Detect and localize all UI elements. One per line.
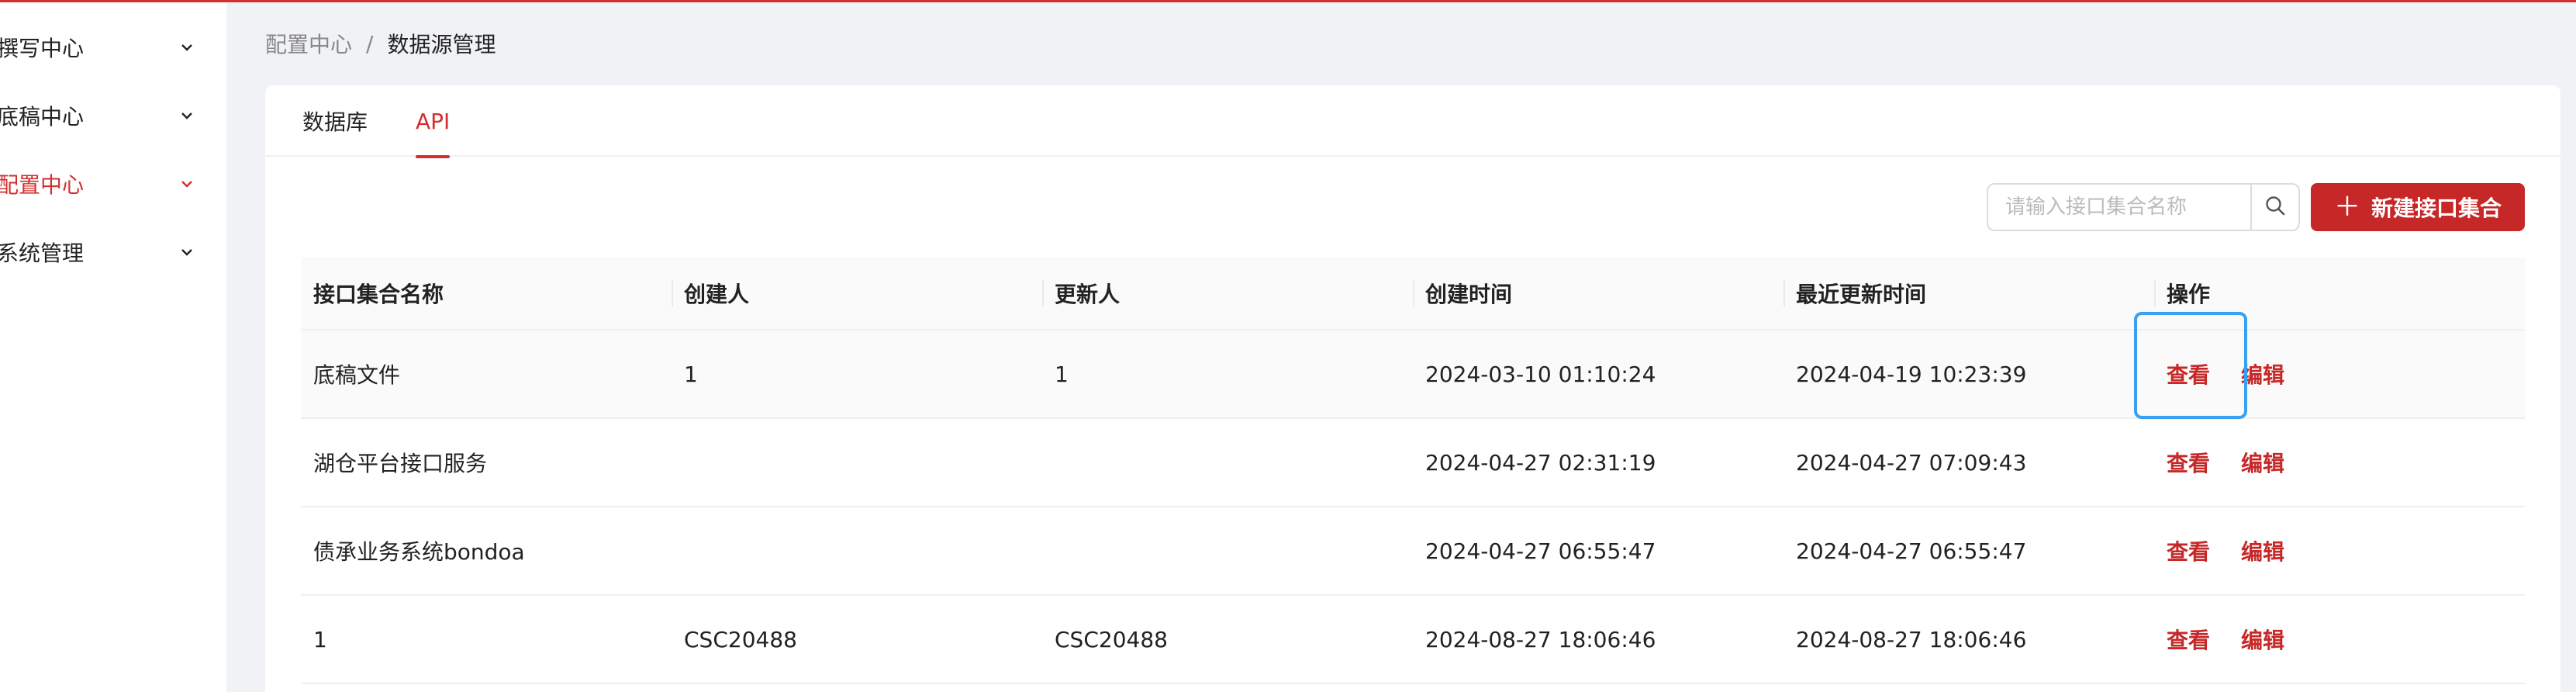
chevron-down-icon bbox=[178, 107, 195, 124]
cell-updated-time: 2024-04-19 10:23:39 bbox=[1796, 361, 2027, 387]
cell-actions: 查看 编辑 bbox=[2154, 418, 2525, 507]
search-button[interactable] bbox=[2250, 183, 2300, 231]
sidebar-item-label: 底稿中心 bbox=[0, 104, 85, 130]
new-api-collection-button[interactable]: ＋ 新建接口集合 bbox=[2311, 183, 2525, 231]
breadcrumb-link-config-center[interactable]: 配置中心 bbox=[265, 28, 352, 59]
sidebar-item-draft-center[interactable]: 底稿中心 bbox=[0, 81, 226, 150]
chevron-down-icon bbox=[178, 175, 195, 192]
sidebar: 撰写中心 底稿中心 配置中心 系统管理 bbox=[0, 2, 226, 692]
column-header-updater: 更新人 bbox=[1042, 257, 1413, 330]
new-button-label: 新建接口集合 bbox=[2371, 195, 2502, 221]
cell-actions: 查看 编辑 bbox=[2154, 507, 2525, 595]
cell-actions: 查看 编辑 bbox=[2154, 330, 2525, 418]
cell-name: 1 bbox=[313, 626, 327, 652]
view-link[interactable]: 查看 bbox=[2167, 447, 2210, 478]
cell-created-time: 2024-04-27 06:55:47 bbox=[1425, 538, 1656, 564]
edit-link[interactable]: 编辑 bbox=[2241, 535, 2284, 566]
edit-link[interactable]: 编辑 bbox=[2241, 624, 2284, 655]
table-row: 湖仓平台接口服务 2024-04-27 02:31:19 2024-04-27 … bbox=[301, 419, 2525, 507]
cell-created-time: 2024-04-27 02:31:19 bbox=[1425, 449, 1656, 476]
cell-creator bbox=[672, 418, 1042, 507]
search-box bbox=[1987, 183, 2300, 231]
tab-bar: 数据库 API bbox=[265, 85, 2560, 158]
cell-creator: 1 bbox=[684, 361, 698, 387]
sidebar-item-label: 系统管理 bbox=[0, 240, 85, 266]
cell-creator: CSC20488 bbox=[684, 626, 797, 652]
cell-name: 债承业务系统bondoa bbox=[313, 539, 525, 565]
column-header-creator: 创建人 bbox=[672, 257, 1042, 330]
sidebar-item-label: 撰写中心 bbox=[0, 36, 85, 61]
tab-database[interactable]: 数据库 bbox=[302, 85, 368, 157]
main-card: 数据库 API ＋ 新建接口集合 接口集合名称 创建人 更新人 创建时间 最近更… bbox=[265, 85, 2560, 692]
chevron-down-icon bbox=[178, 244, 195, 261]
column-header-actions: 操作 bbox=[2154, 257, 2525, 330]
column-header-name: 接口集合名称 bbox=[313, 282, 444, 307]
cell-updater bbox=[1042, 418, 1413, 507]
column-header-updated-time: 最近更新时间 bbox=[1784, 257, 2154, 330]
search-icon bbox=[2263, 194, 2287, 220]
cell-actions: 查看 编辑 bbox=[2154, 595, 2525, 683]
edit-link[interactable]: 编辑 bbox=[2241, 358, 2284, 389]
cell-name: 底稿文件 bbox=[313, 362, 401, 388]
view-link[interactable]: 查看 bbox=[2167, 535, 2210, 566]
cell-updated-time: 2024-04-27 07:09:43 bbox=[1796, 449, 2027, 476]
sidebar-item-system-management[interactable]: 系统管理 bbox=[0, 218, 226, 286]
cell-updater bbox=[1042, 507, 1413, 595]
cell-updated-time: 2024-04-27 06:55:47 bbox=[1796, 538, 2027, 564]
cell-creator bbox=[672, 507, 1042, 595]
table-row: 底稿文件 1 1 2024-03-10 01:10:24 2024-04-19 … bbox=[301, 330, 2525, 419]
cell-created-time: 2024-08-27 18:06:46 bbox=[1425, 626, 1656, 652]
search-input[interactable] bbox=[1987, 183, 2250, 231]
table-row: 债承业务系统bondoa 2024-04-27 06:55:47 2024-04… bbox=[301, 507, 2525, 596]
breadcrumb-current: 数据源管理 bbox=[387, 32, 496, 57]
sidebar-item-writing-center[interactable]: 撰写中心 bbox=[0, 13, 226, 81]
view-link[interactable]: 查看 bbox=[2167, 624, 2210, 655]
cell-created-time: 2024-03-10 01:10:24 bbox=[1425, 361, 1656, 387]
api-collection-table: 接口集合名称 创建人 更新人 创建时间 最近更新时间 操作 底稿文件 1 1 2… bbox=[301, 258, 2525, 684]
breadcrumb: 配置中心 / 数据源管理 bbox=[265, 28, 496, 59]
column-header-created-time: 创建时间 bbox=[1413, 257, 1784, 330]
cell-updater: 1 bbox=[1055, 361, 1069, 387]
tab-api[interactable]: API bbox=[416, 85, 451, 158]
chevron-down-icon bbox=[178, 39, 195, 56]
sidebar-item-config-center[interactable]: 配置中心 bbox=[0, 150, 226, 218]
edit-link[interactable]: 编辑 bbox=[2241, 447, 2284, 478]
sidebar-item-label: 配置中心 bbox=[0, 172, 85, 198]
table-row: 1 CSC20488 CSC20488 2024-08-27 18:06:46 … bbox=[301, 596, 2525, 684]
view-link[interactable]: 查看 bbox=[2167, 358, 2210, 389]
breadcrumb-separator: / bbox=[366, 30, 374, 57]
cell-name: 湖仓平台接口服务 bbox=[313, 451, 488, 476]
cell-updated-time: 2024-08-27 18:06:46 bbox=[1796, 626, 2027, 652]
top-accent-line bbox=[0, 0, 2576, 2]
plus-icon: ＋ bbox=[2333, 192, 2360, 223]
table-header: 接口集合名称 创建人 更新人 创建时间 最近更新时间 操作 bbox=[301, 258, 2525, 330]
cell-updater: CSC20488 bbox=[1055, 626, 1168, 652]
